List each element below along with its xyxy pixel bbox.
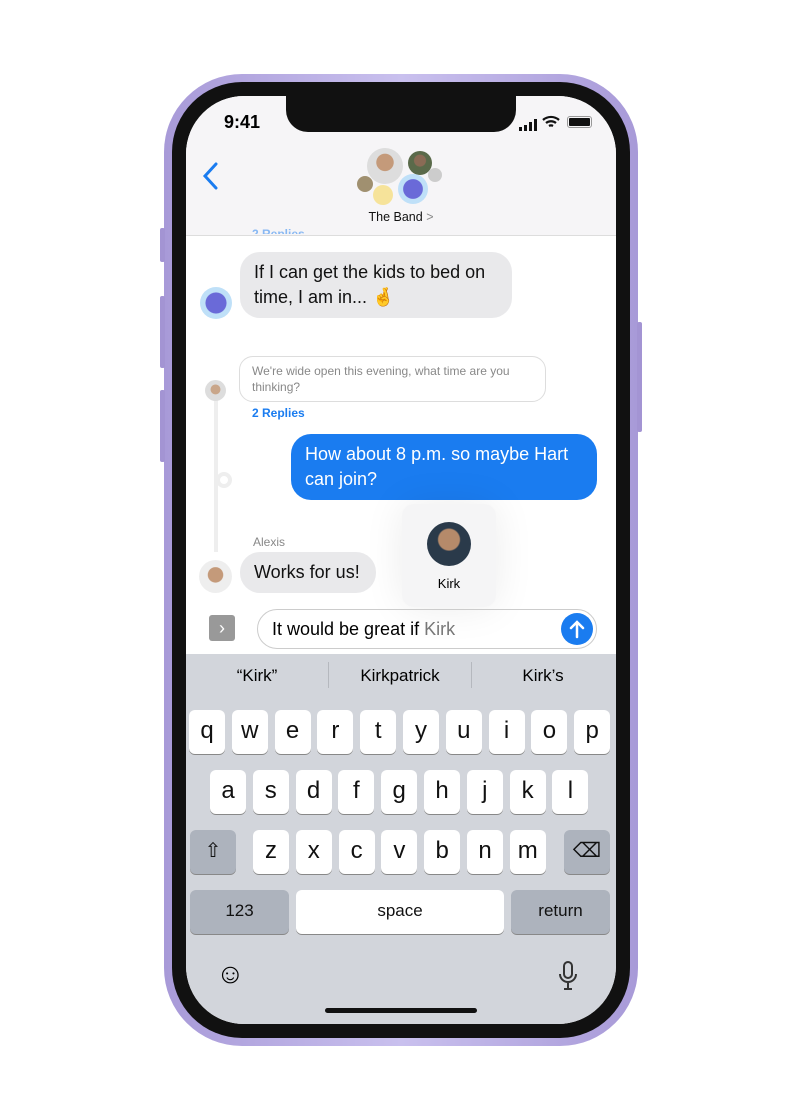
avatar[interactable] — [428, 168, 442, 182]
suggestion[interactable]: “Kirk” — [186, 666, 328, 686]
key-r[interactable]: r — [317, 710, 354, 754]
replies-link[interactable]: 2 Replies — [252, 406, 305, 420]
sender-name: Alexis — [253, 535, 286, 549]
key-c[interactable]: c — [338, 830, 375, 874]
avatar[interactable] — [367, 148, 403, 184]
key-d[interactable]: d — [295, 770, 332, 814]
thread-quote-bubble[interactable]: We're wide open this evening, what time … — [239, 356, 546, 402]
key-f[interactable]: f — [338, 770, 375, 814]
key-b[interactable]: b — [424, 830, 461, 874]
key-h[interactable]: h — [424, 770, 460, 814]
volume-down-button — [160, 390, 165, 462]
message-bubble[interactable]: If I can get the kids to bed on time, I … — [240, 252, 512, 318]
send-button[interactable] — [561, 613, 593, 645]
key-v[interactable]: v — [381, 830, 418, 874]
kirk-avatar — [427, 522, 471, 566]
key-a[interactable]: a — [210, 770, 246, 814]
group-name-button[interactable]: The Band > — [186, 210, 616, 224]
avatar — [205, 380, 226, 401]
avatar[interactable] — [398, 174, 428, 204]
avatar — [199, 560, 232, 593]
key-n[interactable]: n — [467, 830, 503, 874]
key-k[interactable]: k — [509, 770, 546, 814]
battery-icon — [567, 116, 592, 128]
chevron-right-icon: > — [426, 210, 434, 224]
microphone-icon[interactable] — [558, 960, 578, 997]
mention-suggestion[interactable]: Kirk — [402, 504, 496, 607]
key-g[interactable]: g — [381, 770, 418, 814]
thread-line — [214, 384, 218, 552]
message-input[interactable]: It would be great if Kirk — [257, 609, 597, 649]
key-e[interactable]: e — [274, 710, 311, 754]
key-s[interactable]: s — [252, 770, 289, 814]
screen: 9:41 The Band > 2 Replies If I can get t… — [186, 96, 616, 1024]
mute-switch — [160, 228, 165, 262]
key-x[interactable]: x — [295, 830, 332, 874]
keyboard: “Kirk” Kirkpatrick Kirk’s ⇧ ⌫ 123 space … — [186, 654, 616, 1024]
group-name: The Band — [368, 210, 423, 224]
arrow-up-icon — [569, 620, 585, 639]
key-p[interactable]: p — [574, 710, 611, 754]
mention-name: Kirk — [437, 576, 461, 591]
input-text: It would be great if — [272, 619, 425, 639]
conversation-header: 9:41 The Band > — [186, 96, 616, 236]
key-u[interactable]: u — [445, 710, 482, 754]
volume-up-button — [160, 296, 165, 368]
home-indicator — [325, 1008, 477, 1013]
shift-key[interactable]: ⇧ — [190, 830, 236, 874]
key-o[interactable]: o — [531, 710, 568, 754]
avatar[interactable] — [373, 185, 393, 205]
avatar[interactable] — [357, 176, 373, 192]
message-bubble[interactable]: Works for us! — [240, 552, 376, 593]
input-mention: Kirk — [424, 619, 456, 639]
key-w[interactable]: w — [231, 710, 268, 754]
numbers-key[interactable]: 123 — [190, 890, 289, 934]
key-m[interactable]: m — [509, 830, 546, 874]
back-button[interactable] — [202, 162, 220, 195]
delete-key[interactable]: ⌫ — [564, 830, 610, 874]
key-y[interactable]: y — [403, 710, 439, 754]
memoji-avatar — [200, 287, 232, 319]
return-key[interactable]: return — [511, 890, 610, 934]
thread-loop — [216, 472, 232, 488]
status-time: 9:41 — [224, 112, 261, 132]
key-z[interactable]: z — [253, 830, 289, 874]
message-bubble-sent[interactable]: How about 8 p.m. so maybe Hart can join? — [291, 434, 597, 500]
emoji-icon[interactable]: ☺ — [216, 958, 245, 990]
key-t[interactable]: t — [360, 710, 397, 754]
notch — [286, 96, 516, 132]
app-drawer-chevron-icon[interactable]: › — [209, 615, 235, 641]
key-i[interactable]: i — [488, 710, 525, 754]
key-l[interactable]: l — [552, 770, 589, 814]
side-button — [637, 322, 642, 432]
key-q[interactable]: q — [189, 710, 225, 754]
suggestion[interactable]: Kirkpatrick — [329, 666, 471, 686]
space-key[interactable]: space — [296, 890, 504, 934]
suggestion[interactable]: Kirk’s — [472, 666, 614, 686]
wifi-icon — [542, 115, 560, 134]
signal-icon — [519, 118, 537, 131]
key-j[interactable]: j — [466, 770, 503, 814]
